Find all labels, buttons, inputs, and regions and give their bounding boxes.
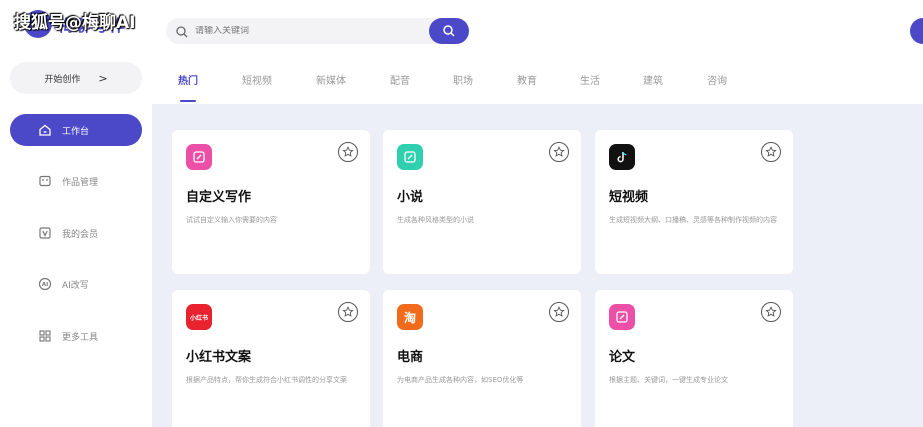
sidebar-item-works[interactable]: 作品管理 xyxy=(10,165,142,197)
vip-icon xyxy=(38,226,52,240)
card-title: 短视频 xyxy=(609,190,649,205)
card-description: 根据主题、关键词，一键生成专业论文 xyxy=(609,376,728,384)
card-description: 生成短视频大纲、口播稿、灵感等各种制作视频的内容 xyxy=(609,216,777,224)
sidebar-item-membership[interactable]: 我的会员 xyxy=(10,217,142,249)
star-icon[interactable] xyxy=(761,302,781,322)
sidebar-item-label: 工作台 xyxy=(62,126,90,137)
taobao-icon: 淘 xyxy=(397,304,423,330)
edit-icon xyxy=(186,144,212,170)
xiaohongshu-icon: 小红书 xyxy=(186,304,212,330)
watermark: 搜狐号@梅聊AI xyxy=(14,13,136,33)
tab-workplace[interactable]: 职场 xyxy=(453,72,517,102)
tiktok-icon xyxy=(609,144,635,170)
tab-consulting[interactable]: 咨询 xyxy=(707,72,747,102)
star-icon[interactable] xyxy=(549,302,569,322)
search-icon xyxy=(175,24,189,38)
card-title: 小红书文案 xyxy=(186,350,252,365)
search-input[interactable] xyxy=(195,26,415,36)
svg-text:AI: AI xyxy=(42,282,48,288)
card-short-video[interactable]: 短视频 生成短视频大纲、口播稿、灵感等各种制作视频的内容 xyxy=(595,130,793,274)
home-icon xyxy=(38,123,52,137)
sidebar-item-ai-rewrite[interactable]: AI AI改写 xyxy=(10,268,142,300)
tab-architecture[interactable]: 建筑 xyxy=(643,72,707,102)
card-description: 试试自定义输入你需要的内容 xyxy=(186,216,277,224)
grid-icon xyxy=(38,329,52,343)
card-description: 根据产品特点，帮你生成符合小红书调性的分享文案 xyxy=(186,376,347,384)
sidebar-item-more-tools[interactable]: 更多工具 xyxy=(10,320,142,352)
tab-hot[interactable]: 热门 xyxy=(178,72,242,102)
card-ecommerce[interactable]: 淘 电商 为电商产品生成各种内容，如SEO优化等 xyxy=(383,290,581,427)
sidebar-item-label: 作品管理 xyxy=(62,177,99,188)
tab-education[interactable]: 教育 xyxy=(517,72,580,102)
avatar[interactable] xyxy=(910,18,923,44)
card-title: 自定义写作 xyxy=(186,190,252,205)
card-novel[interactable]: 小说 生成各种风格类型的小说 xyxy=(383,130,581,274)
main-content: 自定义写作 试试自定义输入你需要的内容 小说 生成各种风格类型的小说 短视频 生… xyxy=(152,104,923,427)
search-button[interactable] xyxy=(429,18,469,44)
start-create-button[interactable]: 开始创作 > xyxy=(10,62,142,94)
card-thesis[interactable]: 论文 根据主题、关键词，一键生成专业论文 xyxy=(595,290,793,427)
app-window: M 梅聊写作 搜狐号@梅聊AI 开始创作 > 工作台 作品管理 我的会员 AI … xyxy=(0,0,923,427)
star-icon[interactable] xyxy=(761,142,781,162)
card-title: 论文 xyxy=(609,350,636,365)
card-description: 生成各种风格类型的小说 xyxy=(397,216,474,224)
sidebar-item-label: 我的会员 xyxy=(62,229,99,240)
edit-icon xyxy=(609,304,635,330)
tab-short-video[interactable]: 短视频 xyxy=(242,72,316,102)
star-icon[interactable] xyxy=(338,142,358,162)
tab-dubbing[interactable]: 配音 xyxy=(390,72,453,102)
ai-icon: AI xyxy=(38,277,52,291)
sidebar-item-workbench[interactable]: 工作台 xyxy=(10,114,142,146)
tab-new-media[interactable]: 新媒体 xyxy=(316,72,390,102)
sidebar: M 梅聊写作 搜狐号@梅聊AI 开始创作 > 工作台 作品管理 我的会员 AI … xyxy=(0,0,152,427)
search-icon xyxy=(443,25,455,37)
chevron-right-icon: > xyxy=(98,71,108,85)
star-icon[interactable] xyxy=(338,302,358,322)
search-bar xyxy=(166,18,469,44)
edit-icon xyxy=(397,144,423,170)
card-title: 小说 xyxy=(397,190,424,205)
tab-life[interactable]: 生活 xyxy=(580,72,643,102)
sidebar-item-label: 更多工具 xyxy=(62,332,99,343)
card-xiaohongshu[interactable]: 小红书 小红书文案 根据产品特点，帮你生成符合小红书调性的分享文案 xyxy=(172,290,370,427)
category-tabs: 热门 短视频 新媒体 配音 职场 教育 生活 建筑 咨询 xyxy=(178,72,747,102)
star-icon[interactable] xyxy=(549,142,569,162)
card-custom-writing[interactable]: 自定义写作 试试自定义输入你需要的内容 xyxy=(172,130,370,274)
sidebar-item-label: AI改写 xyxy=(62,280,89,291)
card-title: 电商 xyxy=(397,350,424,365)
folder-icon xyxy=(38,174,52,188)
card-description: 为电商产品生成各种内容，如SEO优化等 xyxy=(397,376,524,384)
start-create-label: 开始创作 xyxy=(44,74,81,85)
